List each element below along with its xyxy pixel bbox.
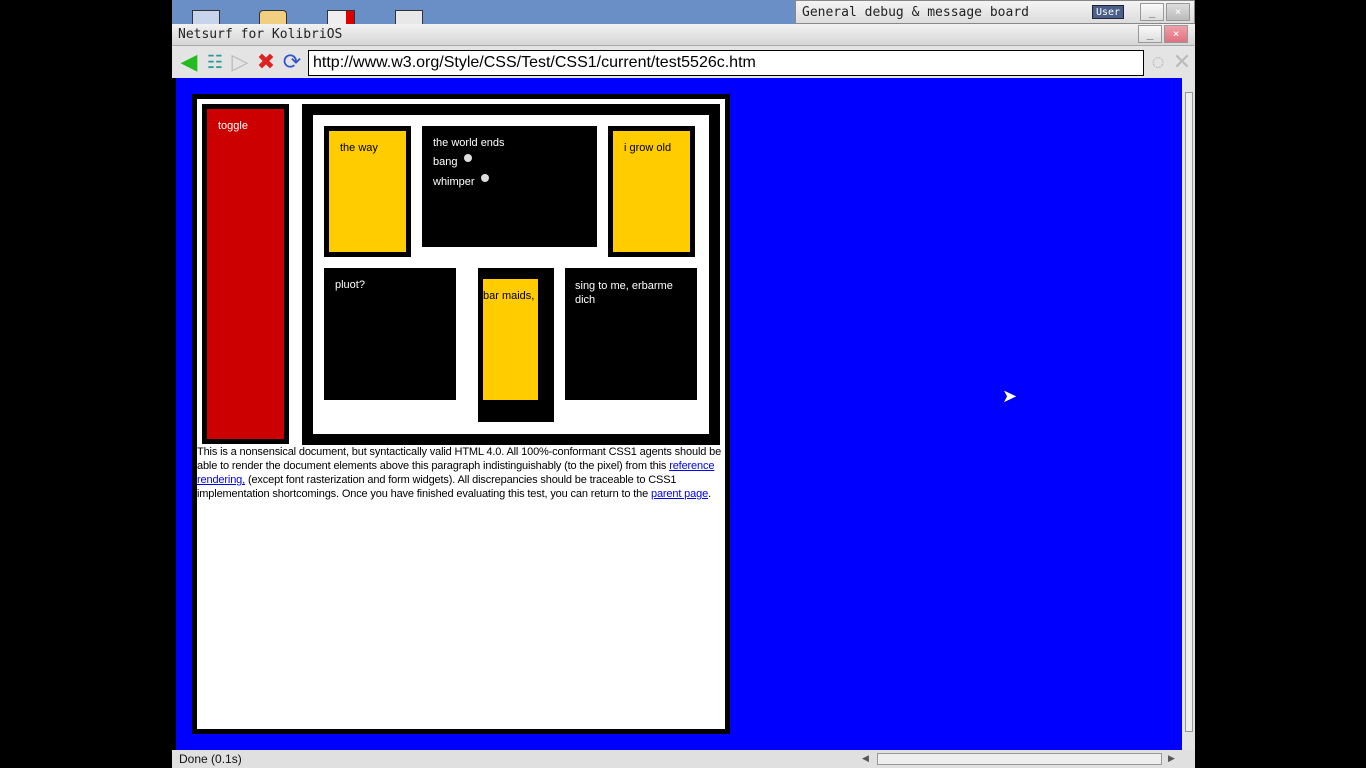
para-text: . [708, 488, 711, 500]
pluot-text: pluot? [335, 279, 365, 291]
calculator-icon[interactable] [395, 10, 423, 24]
the-way-box: the way [329, 131, 406, 252]
book-icon[interactable] [327, 10, 355, 24]
bullet-icon [481, 174, 489, 182]
vertical-scrollbar[interactable] [1182, 78, 1195, 750]
grow-old-text: i grow old [624, 142, 672, 154]
grow-old-box: i grow old [613, 131, 690, 252]
floppy-icon[interactable] [192, 10, 220, 24]
close-tab-icon[interactable]: ✕ [1170, 50, 1194, 74]
scroll-left-icon[interactable]: ◀ [862, 753, 869, 764]
debug-board-title: General debug & message board [802, 5, 1029, 20]
description-paragraph: This is a nonsensical document, but synt… [197, 445, 727, 501]
bang-text: bang [433, 156, 458, 168]
history-tree-icon[interactable]: ☷ [203, 50, 227, 74]
close-button[interactable]: × [1166, 3, 1190, 21]
bullet-icon [464, 154, 472, 162]
back-icon[interactable]: ◀ [177, 50, 201, 74]
minimize-button[interactable]: _ [1140, 3, 1164, 21]
world-ends-box: the world ends bang whimper [422, 126, 597, 247]
sing-box: sing to me, erbarme dich [565, 268, 697, 400]
forward-icon[interactable]: ▷ [228, 50, 252, 74]
mouse-cursor-icon: ➤ [1002, 386, 1018, 406]
the-way-text: the way [340, 142, 378, 154]
parent-page-link[interactable]: parent page [651, 488, 708, 500]
taskbar [172, 0, 795, 24]
user-button[interactable]: User [1092, 5, 1124, 19]
debug-board-titlebar: General debug & message board User _ × [795, 0, 1195, 24]
whimper-text: whimper [433, 176, 475, 188]
status-text: Done (0.1s) [179, 752, 242, 766]
throbber-icon: ◌ [1151, 49, 1165, 74]
minimize-button[interactable]: _ [1138, 25, 1162, 43]
horizontal-scrollbar[interactable] [877, 753, 1162, 765]
scroll-thumb[interactable] [1185, 92, 1193, 732]
para-text: (except font rasterization and form widg… [197, 474, 677, 500]
scroll-right-icon[interactable]: ▶ [1168, 753, 1175, 764]
window-title: Netsurf for KolibriOS [178, 27, 343, 42]
bar-maids-text: bar maids, [483, 290, 535, 302]
toggle-text: toggle [218, 120, 248, 132]
toggle-box: toggle [207, 109, 284, 439]
para-text: This is a nonsensical document, but synt… [197, 446, 722, 472]
bar-maids-box: bar maids, [483, 279, 538, 400]
browser-titlebar: Netsurf for KolibriOS _ × [172, 24, 1195, 46]
world-ends-text: the world ends [433, 137, 505, 149]
reload-icon[interactable]: ⟳ [280, 50, 304, 74]
sing-text: sing to me, erbarme dich [575, 280, 673, 306]
url-input[interactable]: http://www.w3.org/Style/CSS/Test/CSS1/cu… [308, 50, 1144, 76]
status-bar: Done (0.1s) ◀ ▶ [172, 750, 1195, 768]
pluot-box: pluot? [324, 268, 456, 400]
close-button[interactable]: × [1164, 25, 1188, 43]
stop-icon[interactable]: ✖ [254, 50, 278, 74]
folder-icon[interactable] [259, 10, 287, 24]
